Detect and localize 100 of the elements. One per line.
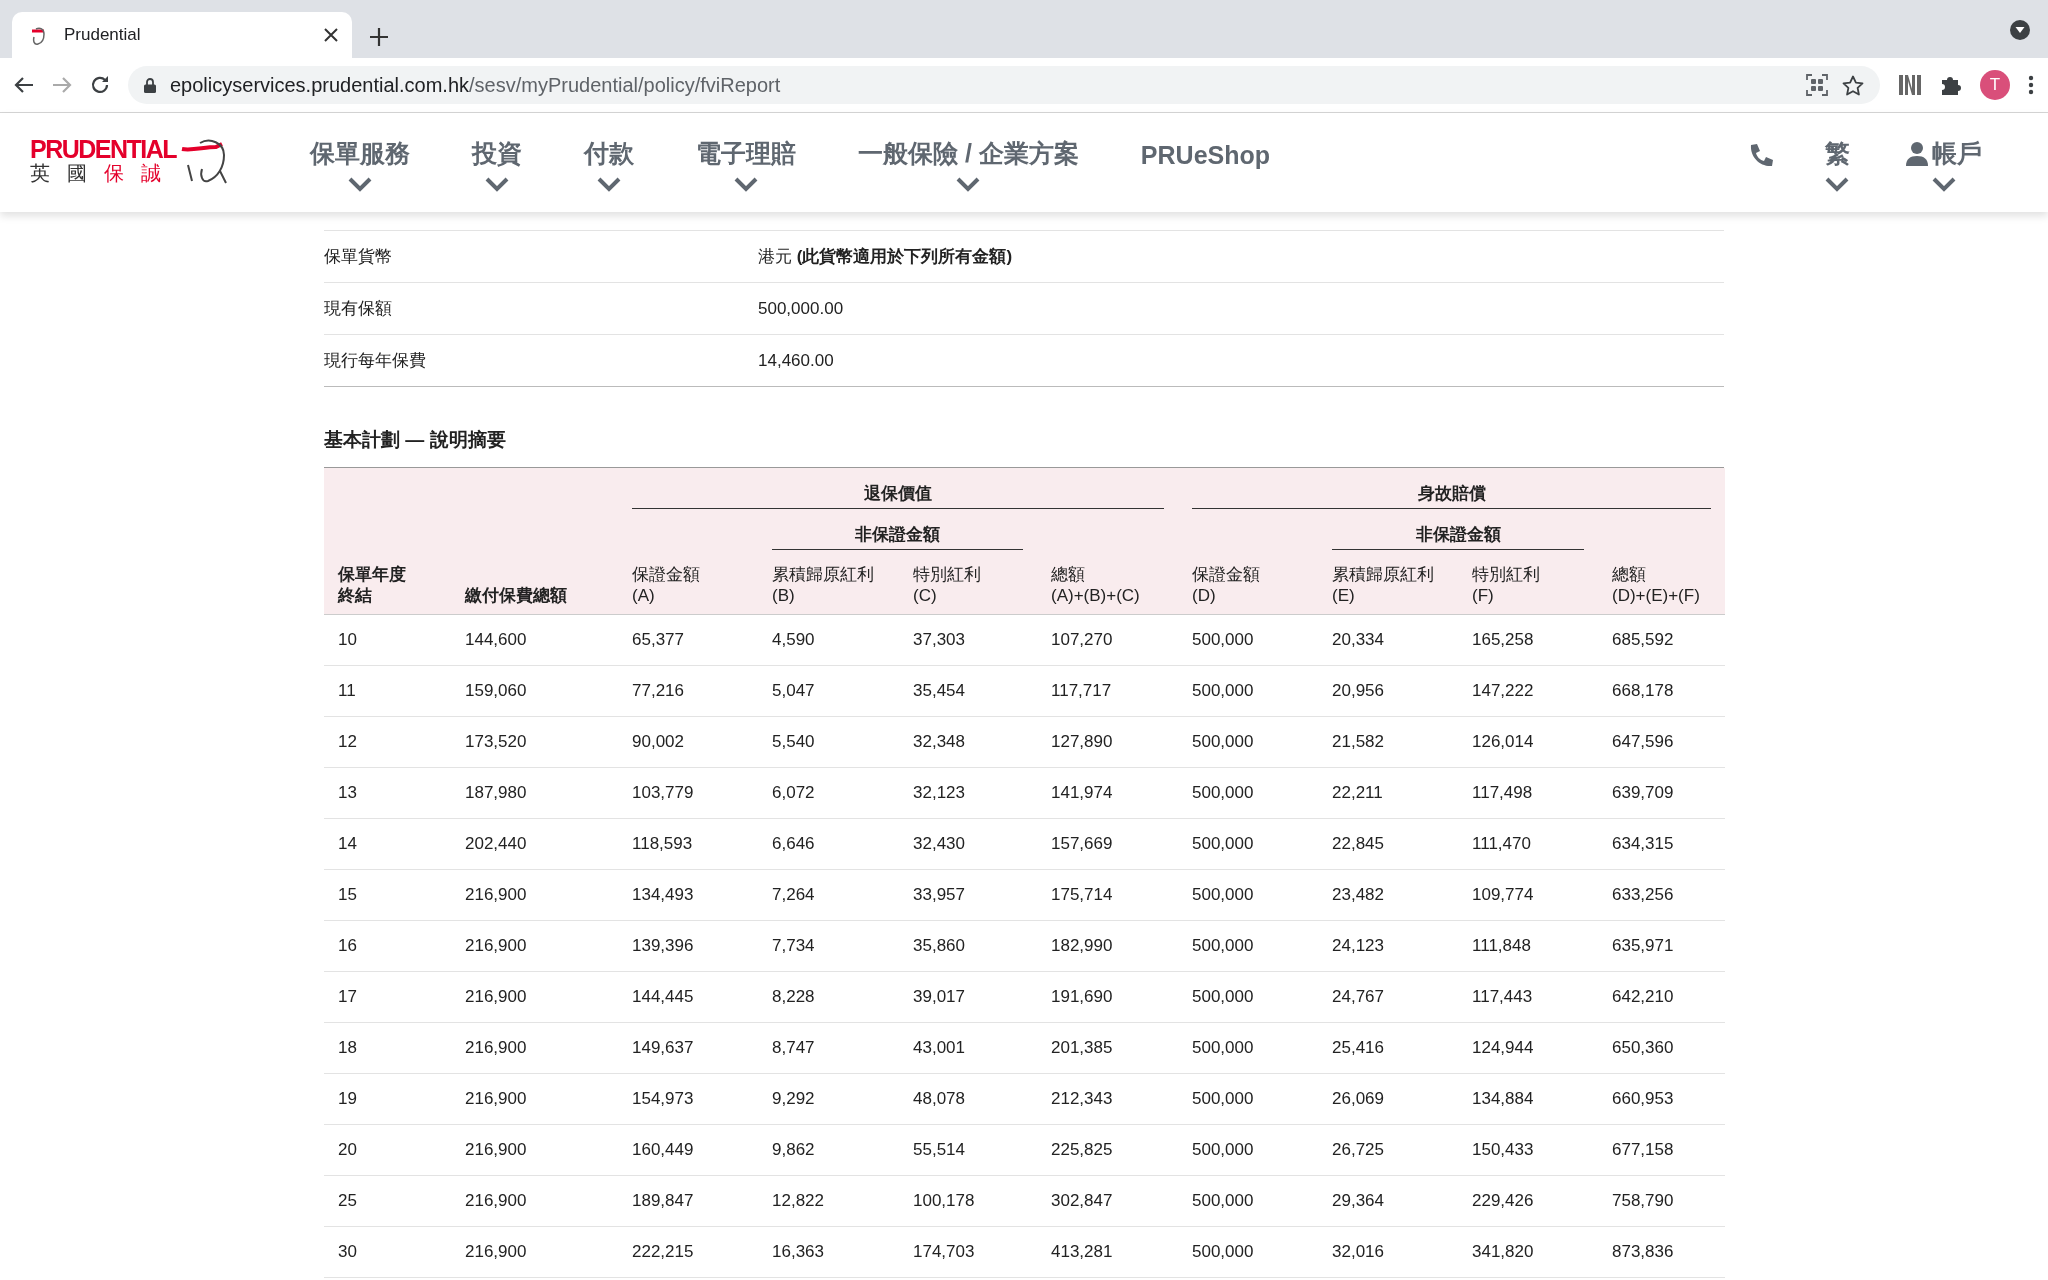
nav-menu[interactable]: 保單服務 bbox=[304, 113, 416, 193]
chevron-down-icon bbox=[1931, 176, 1957, 192]
table-cell: 17 bbox=[338, 987, 357, 1007]
nav-menu[interactable]: 電子理賠 bbox=[690, 113, 802, 193]
table-cell: 5,047 bbox=[772, 681, 815, 701]
chevron-down-icon bbox=[1824, 176, 1850, 192]
table-cell: 30 bbox=[338, 1242, 357, 1262]
table-cell: 229,426 bbox=[1472, 1191, 1534, 1211]
table-cell: 189,847 bbox=[632, 1191, 694, 1211]
table-cell: 48,078 bbox=[913, 1089, 965, 1109]
grid-icon[interactable] bbox=[1806, 74, 1828, 96]
browser-tab[interactable]: Prudential bbox=[12, 12, 352, 58]
person-icon bbox=[1906, 141, 1928, 166]
table-cell: 117,443 bbox=[1472, 987, 1533, 1007]
menu-icon[interactable] bbox=[2028, 75, 2034, 95]
table-cell: 8,228 bbox=[772, 987, 815, 1007]
table-cell: 90,002 bbox=[632, 732, 684, 752]
table-cell: 77,216 bbox=[632, 681, 684, 701]
tab-title: Prudential bbox=[64, 25, 142, 45]
table-cell: 500,000 bbox=[1192, 936, 1254, 956]
table-cell: 23,482 bbox=[1332, 885, 1384, 905]
nav-menu[interactable]: PRUeShop bbox=[1134, 113, 1277, 193]
table-cell: 118,593 bbox=[632, 834, 693, 854]
table-cell: 154,973 bbox=[632, 1089, 694, 1109]
nav-menu[interactable]: 投資 bbox=[466, 113, 528, 193]
logo[interactable]: PRUDENTIAL 英 國 保 誠 bbox=[30, 135, 242, 187]
table-cell: 32,016 bbox=[1332, 1242, 1384, 1262]
table-cell: 24,123 bbox=[1332, 936, 1384, 956]
table-cell: 13 bbox=[338, 783, 357, 803]
phone-icon[interactable] bbox=[1748, 143, 1774, 169]
table-cell: 37,303 bbox=[913, 630, 965, 650]
column-header: 保證金額 (D) bbox=[1178, 550, 1318, 615]
new-tab-icon[interactable] bbox=[370, 28, 388, 46]
address-bar[interactable]: epolicyservices.prudential.com.hk/sesv/myPrudential/policy/fviReport bbox=[128, 66, 1880, 104]
column-header: 總額 (D)+(E)+(F) bbox=[1598, 550, 1725, 615]
table-cell: 175,714 bbox=[1051, 885, 1113, 905]
column-header: 累積歸原紅利 (E) bbox=[1318, 550, 1458, 615]
table-cell: 18 bbox=[338, 1038, 357, 1058]
field-label: 現行每年保費 bbox=[324, 350, 427, 372]
table-cell: 16 bbox=[338, 936, 357, 956]
table-cell: 33,957 bbox=[913, 885, 965, 905]
table-cell: 216,900 bbox=[465, 936, 527, 956]
star-icon[interactable] bbox=[1842, 74, 1864, 96]
column-group-header: 身故賠償 bbox=[1192, 482, 1711, 509]
table-cell: 160,449 bbox=[632, 1140, 694, 1160]
logo-chinese-text: 英 國 保 誠 bbox=[30, 161, 162, 185]
table-cell: 117,498 bbox=[1472, 783, 1533, 803]
column-subgroup-header: 非保證金額 bbox=[1332, 523, 1584, 550]
table-cell: 635,971 bbox=[1612, 936, 1674, 956]
table-cell: 126,014 bbox=[1472, 732, 1534, 752]
table-cell: 10 bbox=[338, 630, 357, 650]
account-menu[interactable]: 帳戶 bbox=[1900, 113, 1988, 193]
back-icon[interactable] bbox=[14, 76, 34, 94]
table-cell: 157,669 bbox=[1051, 834, 1113, 854]
column-header: 繳付保費總額 bbox=[451, 550, 618, 615]
table-cell: 216,900 bbox=[465, 1089, 527, 1109]
table-cell: 32,430 bbox=[913, 834, 965, 854]
profile-avatar[interactable]: T bbox=[1980, 70, 2010, 100]
table-cell: 109,774 bbox=[1472, 885, 1534, 905]
column-group-header: 退保價值 bbox=[632, 482, 1164, 509]
puzzle-icon[interactable] bbox=[1940, 74, 1962, 96]
table-cell: 141,974 bbox=[1051, 783, 1113, 803]
table-cell: 500,000 bbox=[1192, 1242, 1254, 1262]
table-cell: 139,396 bbox=[632, 936, 694, 956]
language-menu[interactable]: 繁 bbox=[1818, 113, 1856, 193]
table-cell: 6,646 bbox=[772, 834, 815, 854]
table-cell: 111,470 bbox=[1472, 834, 1531, 854]
table-cell: 500,000 bbox=[1192, 630, 1254, 650]
table-cell: 500,000 bbox=[1192, 834, 1254, 854]
column-header: 保單年度終結 bbox=[324, 550, 451, 615]
field-label: 現有保額 bbox=[324, 298, 393, 320]
table-cell: 6,072 bbox=[772, 783, 815, 803]
nav-menu[interactable]: 一般保險 / 企業方案 bbox=[852, 113, 1085, 193]
table-cell: 225,825 bbox=[1051, 1140, 1113, 1160]
table-cell: 216,900 bbox=[465, 1191, 527, 1211]
table-cell: 134,493 bbox=[632, 885, 694, 905]
lock-icon bbox=[144, 77, 156, 93]
table-cell: 639,709 bbox=[1612, 783, 1674, 803]
table-cell: 758,790 bbox=[1612, 1191, 1674, 1211]
table-cell: 144,445 bbox=[632, 987, 694, 1007]
table-cell: 55,514 bbox=[913, 1140, 965, 1160]
field-value: 500,000.00 bbox=[758, 298, 844, 319]
extension-icon[interactable] bbox=[1898, 74, 1922, 96]
table-cell: 100,178 bbox=[913, 1191, 975, 1211]
logo-wordmark: PRUDENTIAL bbox=[30, 137, 177, 161]
tab-search-icon[interactable] bbox=[2010, 20, 2030, 40]
table-cell: 15 bbox=[338, 885, 357, 905]
table-cell: 20,956 bbox=[1332, 681, 1384, 701]
table-cell: 32,123 bbox=[913, 783, 965, 803]
close-icon[interactable] bbox=[324, 28, 338, 42]
table-cell: 21,582 bbox=[1332, 732, 1384, 752]
table-cell: 134,884 bbox=[1472, 1089, 1534, 1109]
table-cell: 500,000 bbox=[1192, 1089, 1254, 1109]
table-cell: 103,779 bbox=[632, 783, 694, 803]
column-header: 保證金額 (A) bbox=[618, 550, 758, 615]
nav-menu[interactable]: 付款 bbox=[578, 113, 640, 193]
reload-icon[interactable] bbox=[90, 75, 110, 95]
table-cell: 212,343 bbox=[1051, 1089, 1113, 1109]
table-cell: 216,900 bbox=[465, 1038, 527, 1058]
table-cell: 341,820 bbox=[1472, 1242, 1534, 1262]
